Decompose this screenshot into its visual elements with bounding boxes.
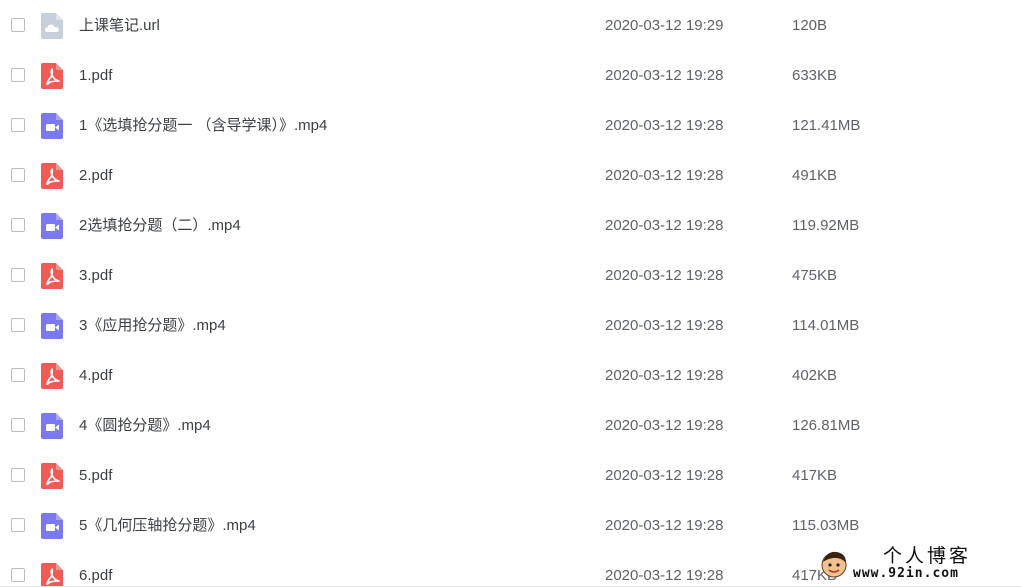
row-checkbox[interactable] [11, 318, 25, 332]
watermark: 个人博客 www.92in.com [817, 545, 1009, 583]
video-icon [41, 413, 65, 439]
file-date: 2020-03-12 19:29 [605, 17, 724, 34]
file-size: 491KB [792, 167, 838, 184]
row-checkbox[interactable] [11, 518, 25, 532]
video-icon [41, 513, 65, 539]
watermark-title: 个人博客 [883, 545, 972, 567]
file-date: 2020-03-12 19:28 [605, 267, 724, 284]
file-name[interactable]: 6.pdf [79, 566, 112, 586]
file-size: 417KB [792, 467, 838, 484]
file-name[interactable]: 2.pdf [79, 166, 112, 186]
file-row[interactable]: 上课笔记.url 2020-03-12 19:29 120B [0, 1, 1021, 51]
file-name[interactable]: 2选填抢分题（二）.mp4 [79, 216, 241, 236]
file-size: 633KB [792, 67, 838, 84]
file-row[interactable]: 3.pdf 2020-03-12 19:28 475KB [0, 251, 1021, 301]
file-date: 2020-03-12 19:28 [605, 417, 724, 434]
file-row[interactable]: 4《圆抢分题》.mp4 2020-03-12 19:28 126.81MB [0, 401, 1021, 451]
row-checkbox[interactable] [11, 218, 25, 232]
file-size: 120B [792, 17, 828, 34]
file-name[interactable]: 4《圆抢分题》.mp4 [79, 416, 211, 436]
row-checkbox[interactable] [11, 268, 25, 282]
file-name[interactable]: 4.pdf [79, 366, 112, 386]
file-size: 114.01MB [792, 317, 860, 334]
file-date: 2020-03-12 19:28 [605, 567, 724, 584]
file-name[interactable]: 上课笔记.url [79, 16, 160, 36]
file-row[interactable]: 3《应用抢分题》.mp4 2020-03-12 19:28 114.01MB [0, 301, 1021, 351]
file-date: 2020-03-12 19:28 [605, 367, 724, 384]
file-date: 2020-03-12 19:28 [605, 517, 724, 534]
file-date: 2020-03-12 19:28 [605, 217, 724, 234]
row-checkbox[interactable] [11, 418, 25, 432]
watermark-avatar-icon [819, 549, 849, 579]
file-date: 2020-03-12 19:28 [605, 67, 724, 84]
row-checkbox[interactable] [11, 118, 25, 132]
video-icon [41, 313, 65, 339]
file-row[interactable]: 5.pdf 2020-03-12 19:28 417KB [0, 451, 1021, 501]
file-date: 2020-03-12 19:28 [605, 167, 724, 184]
file-name[interactable]: 3.pdf [79, 266, 112, 286]
file-name[interactable]: 1《选填抢分题一 （含导学课）》.mp4 [79, 116, 327, 136]
watermark-url: www.92in.com [853, 566, 959, 581]
file-list: 上课笔记.url 2020-03-12 19:29 120B 1.pdf 2020-03… [0, 0, 1021, 587]
file-row[interactable]: 1《选填抢分题一 （含导学课）》.mp4 2020-03-12 19:28 121.… [0, 101, 1021, 151]
file-size: 119.92MB [792, 217, 860, 234]
row-checkbox[interactable] [11, 18, 25, 32]
file-date: 2020-03-12 19:28 [605, 317, 724, 334]
cloud-link-icon [41, 13, 65, 39]
file-row[interactable]: 4.pdf 2020-03-12 19:28 402KB [0, 351, 1021, 401]
file-date: 2020-03-12 19:28 [605, 467, 724, 484]
pdf-icon [41, 63, 65, 89]
file-row[interactable]: 1.pdf 2020-03-12 19:28 633KB [0, 51, 1021, 101]
file-size: 126.81MB [792, 417, 861, 434]
file-row[interactable]: 2.pdf 2020-03-12 19:28 491KB [0, 151, 1021, 201]
row-checkbox[interactable] [11, 368, 25, 382]
file-row[interactable]: 5《几何压轴抢分题》.mp4 2020-03-12 19:28 115.03MB [0, 501, 1021, 551]
pdf-icon [41, 263, 65, 289]
pdf-icon [41, 363, 65, 389]
file-name[interactable]: 1.pdf [79, 66, 112, 86]
row-checkbox[interactable] [11, 568, 25, 582]
pdf-icon [41, 463, 65, 489]
file-name[interactable]: 5.pdf [79, 466, 112, 486]
file-name[interactable]: 5《几何压轴抢分题》.mp4 [79, 516, 256, 536]
file-size: 402KB [792, 367, 838, 384]
file-name[interactable]: 3《应用抢分题》.mp4 [79, 316, 226, 336]
video-icon [41, 213, 65, 239]
file-date: 2020-03-12 19:28 [605, 117, 724, 134]
row-checkbox[interactable] [11, 468, 25, 482]
row-checkbox[interactable] [11, 68, 25, 82]
row-checkbox[interactable] [11, 168, 25, 182]
video-icon [41, 113, 65, 139]
file-size: 121.41MB [792, 117, 861, 134]
pdf-icon [41, 563, 65, 586]
file-row[interactable]: 2选填抢分题（二）.mp4 2020-03-12 19:28 119.92MB [0, 201, 1021, 251]
file-size: 475KB [792, 267, 838, 284]
pdf-icon [41, 163, 65, 189]
file-size: 115.03MB [792, 517, 860, 534]
